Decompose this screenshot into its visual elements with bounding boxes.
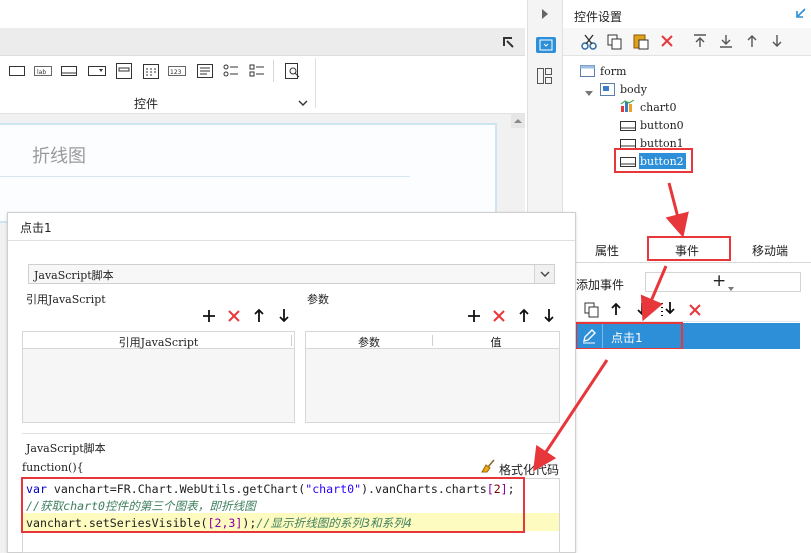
arrow-to-events-tab <box>665 182 689 238</box>
annotation-arrows <box>533 182 689 472</box>
arrow-to-event-item <box>640 265 668 322</box>
arrow-to-code <box>533 359 609 472</box>
